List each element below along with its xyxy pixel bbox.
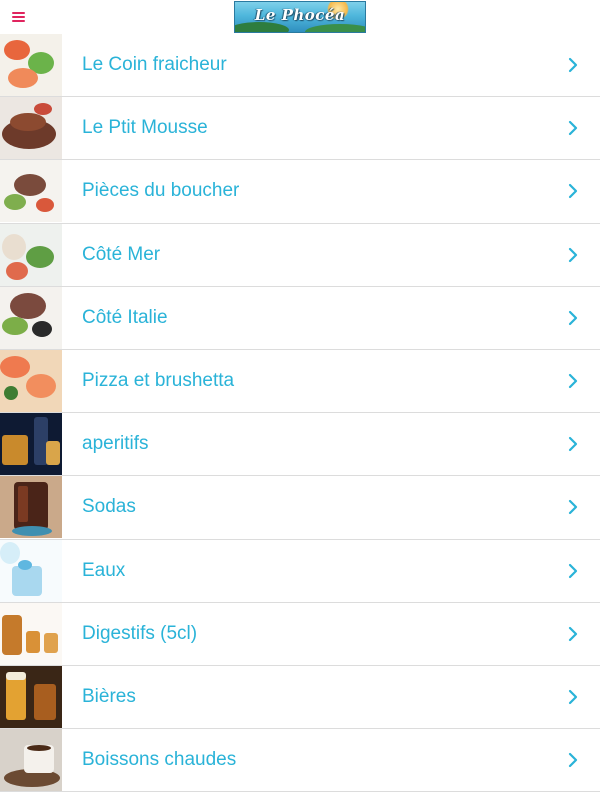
menu-item-row[interactable]: Côté Mer — [0, 223, 600, 287]
chevron-right-icon — [568, 373, 578, 389]
chevron-right-icon — [568, 121, 578, 136]
menu-item-row[interactable]: Sodas — [0, 476, 600, 540]
menu-item-row[interactable]: Le Ptit Mousse — [0, 97, 600, 161]
chevron-right-icon — [568, 500, 578, 515]
chevron-right-icon — [568, 184, 578, 199]
app-header: Le Phocéa — [0, 0, 600, 34]
menu-item-label: Eaux — [82, 559, 126, 581]
menu-item-label: Digestifs (5cl) — [82, 622, 198, 644]
menu-item-row[interactable]: Le Coin fraicheur — [0, 34, 600, 98]
menu-item-row[interactable]: Boissons chaudes — [0, 729, 600, 793]
meat-plate-thumbnail — [0, 160, 62, 223]
coffee-cup-thumbnail — [0, 729, 62, 792]
menu-item-label: Boissons chaudes — [82, 749, 237, 771]
steak-thumbnail — [0, 97, 62, 160]
hamburger-menu-icon[interactable] — [8, 7, 30, 27]
seafood-thumbnail — [0, 223, 62, 286]
chevron-right-icon — [568, 57, 578, 73]
menu-item-label: Côté Mer — [82, 243, 161, 265]
menu-item-row[interactable]: Côté Italie — [0, 286, 600, 350]
chevron-right-icon — [568, 689, 578, 704]
chevron-right-icon — [568, 310, 578, 325]
logo-text: Le Phocéa — [254, 6, 346, 24]
menu-item-label: Le Ptit Mousse — [82, 117, 208, 139]
menu-item-row[interactable]: Pièces du boucher — [0, 160, 600, 224]
menu-item-label: Le Coin fraicheur — [82, 54, 227, 75]
menu-category-list: Le Coin fraicheur Le Ptit Mousse Pièces … — [0, 34, 600, 793]
chevron-right-icon — [568, 626, 578, 641]
menu-item-label: Pièces du boucher — [82, 180, 240, 202]
salad-thumbnail — [0, 34, 62, 96]
chevron-right-icon — [568, 437, 578, 452]
chevron-right-icon — [568, 752, 578, 768]
beer-glass-thumbnail — [0, 665, 62, 728]
chevron-right-icon — [568, 563, 578, 578]
menu-item-row[interactable]: aperitifs — [0, 413, 600, 477]
restaurant-logo: Le Phocéa — [234, 1, 366, 33]
digestif-bottle-thumbnail — [0, 602, 62, 665]
menu-item-label: Bières — [82, 685, 136, 707]
menu-item-label: Sodas — [82, 496, 136, 518]
water-glass-thumbnail — [0, 539, 62, 602]
soda-glass-thumbnail — [0, 476, 62, 539]
menu-item-label: Pizza et brushetta — [82, 369, 235, 391]
menu-item-row[interactable]: Digestifs (5cl) — [0, 602, 600, 666]
menu-item-row[interactable]: Eaux — [0, 539, 600, 603]
chevron-right-icon — [568, 247, 578, 262]
spirits-thumbnail — [0, 413, 62, 476]
italian-plate-thumbnail — [0, 286, 62, 349]
menu-item-label: Côté Italie — [82, 306, 168, 328]
menu-item-row[interactable]: Pizza et brushetta — [0, 349, 600, 414]
menu-item-label: aperitifs — [82, 433, 149, 455]
menu-item-row[interactable]: Bières — [0, 665, 600, 730]
shrimp-pizza-thumbnail — [0, 349, 62, 412]
